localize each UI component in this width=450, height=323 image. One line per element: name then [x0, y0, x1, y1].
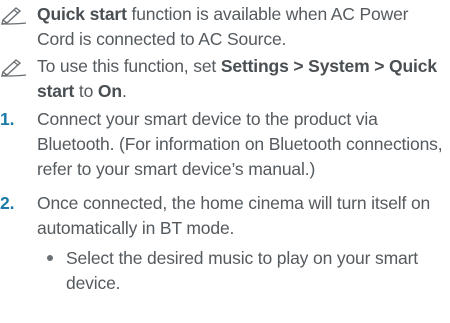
- step-text: Connect your smart device to the product…: [37, 109, 443, 179]
- step-number: 2.: [0, 193, 15, 213]
- instructions-page: Quick start function is available when A…: [0, 0, 450, 323]
- quick-start-term: Quick start: [37, 4, 127, 24]
- quick-start-note: Quick start function is available when A…: [0, 2, 450, 52]
- step-2: 2. Once connected, the home cinema will …: [0, 191, 450, 241]
- setting-value: On: [97, 81, 122, 101]
- settings-path-note: To use this function, set Settings > Sys…: [0, 54, 450, 104]
- step-number: 1.: [0, 109, 15, 129]
- pencil-note-icon: [1, 7, 27, 25]
- step-text: Once connected, the home cinema will tur…: [37, 193, 431, 238]
- step-1: 1. Connect your smart device to the prod…: [0, 107, 450, 182]
- bullet-text: Select the desired music to play on your…: [66, 248, 419, 293]
- note-text: to: [74, 81, 98, 101]
- bullet-item: Select the desired music to play on your…: [0, 246, 450, 296]
- note-text: .: [121, 81, 127, 101]
- note-text: To use this function, set: [37, 56, 221, 76]
- bullet-dot-icon: [47, 255, 53, 261]
- pencil-note-icon: [1, 59, 27, 77]
